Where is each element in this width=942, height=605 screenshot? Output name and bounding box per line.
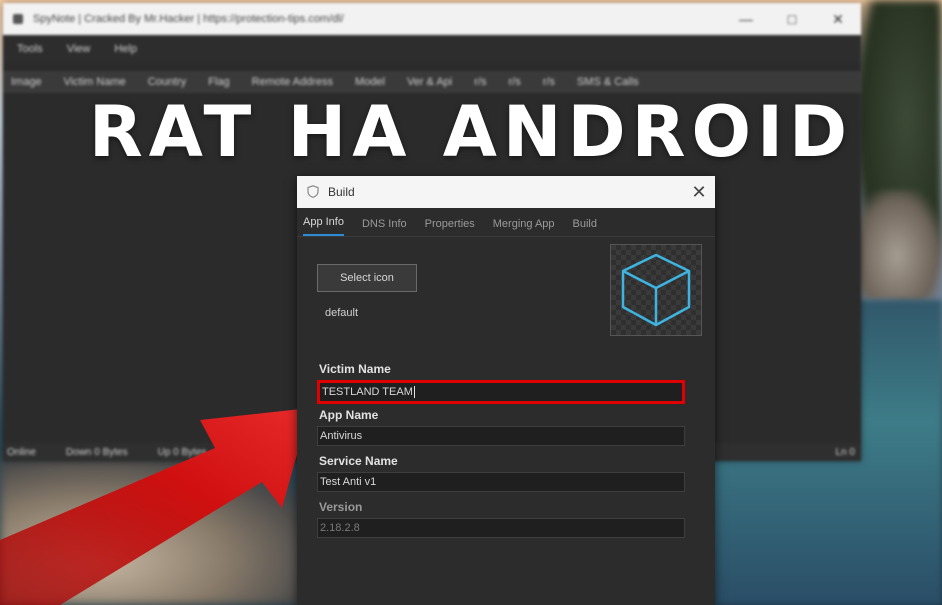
column-flag[interactable]: Flag (208, 76, 229, 88)
status-line: Ln 0 (835, 446, 855, 458)
dialog-tabs: App Info DNS Info Properties Merging App… (297, 208, 715, 237)
overlay-headline: RAT HA ANDROID (88, 91, 854, 173)
dialog-titlebar: Build ✕ (297, 176, 715, 208)
column-sms-calls[interactable]: SMS & Calls (577, 76, 639, 88)
column-image[interactable]: Image (11, 76, 42, 88)
service-name-value: Test Anti v1 (320, 476, 377, 488)
tab-build[interactable]: Build (573, 218, 597, 236)
service-name-input[interactable]: Test Anti v1 (317, 472, 685, 492)
red-arrow (0, 408, 310, 605)
menu-help[interactable]: Help (114, 43, 137, 55)
menu-view[interactable]: View (67, 43, 91, 55)
menu-bar: Tools View Help (3, 35, 861, 63)
app-name-input[interactable]: Antivirus (317, 426, 685, 446)
tab-dns-info[interactable]: DNS Info (362, 218, 407, 236)
column-rs-3[interactable]: r/s (543, 76, 555, 88)
app-name-label: App Name (319, 408, 379, 422)
app-titlebar: SpyNote | Cracked By Mr.Hacker | https:/… (3, 3, 861, 35)
column-rs-2[interactable]: r/s (508, 76, 520, 88)
menu-tools[interactable]: Tools (17, 43, 43, 55)
select-icon-button[interactable]: Select icon (317, 264, 417, 292)
window-controls: — □ ✕ (723, 3, 861, 35)
column-victim-name[interactable]: Victim Name (64, 76, 126, 88)
maximize-button[interactable]: □ (769, 3, 815, 35)
tab-app-info[interactable]: App Info (303, 216, 344, 236)
app-title: SpyNote | Cracked By Mr.Hacker | https:/… (33, 13, 344, 25)
dialog-close-button[interactable]: ✕ (683, 176, 715, 208)
build-dialog: Build ✕ App Info DNS Info Properties Mer… (297, 176, 715, 605)
app-name-value: Antivirus (320, 430, 363, 442)
minimize-button[interactable]: — (723, 3, 769, 35)
victim-name-input[interactable]: TESTLAND TEAM (317, 380, 685, 404)
column-model[interactable]: Model (355, 76, 385, 88)
column-ver-api[interactable]: Ver & Api (407, 76, 452, 88)
victim-name-value: TESTLAND TEAM (322, 386, 413, 398)
column-country[interactable]: Country (148, 76, 187, 88)
app-icon-preview[interactable] (610, 244, 702, 336)
version-value: 2.18.2.8 (320, 522, 360, 534)
column-remote-address[interactable]: Remote Address (252, 76, 333, 88)
victim-name-label: Victim Name (319, 362, 391, 376)
version-label: Version (319, 500, 363, 514)
victims-table-header: Image Victim Name Country Flag Remote Ad… (3, 71, 861, 93)
service-name-label: Service Name (319, 454, 398, 468)
version-input[interactable]: 2.18.2.8 (317, 518, 685, 538)
tab-merging-app[interactable]: Merging App (493, 218, 555, 236)
wallpaper-rocks-right (852, 190, 942, 300)
shield-icon (306, 185, 320, 199)
column-rs-1[interactable]: r/s (474, 76, 486, 88)
dialog-title: Build (328, 185, 355, 199)
text-caret (413, 386, 415, 398)
close-button[interactable]: ✕ (815, 3, 861, 35)
app-icon (13, 14, 23, 24)
tab-properties[interactable]: Properties (425, 218, 475, 236)
red-arrow-shape (0, 408, 310, 605)
cube-icon (621, 253, 691, 327)
icon-name-label: default (325, 307, 359, 319)
